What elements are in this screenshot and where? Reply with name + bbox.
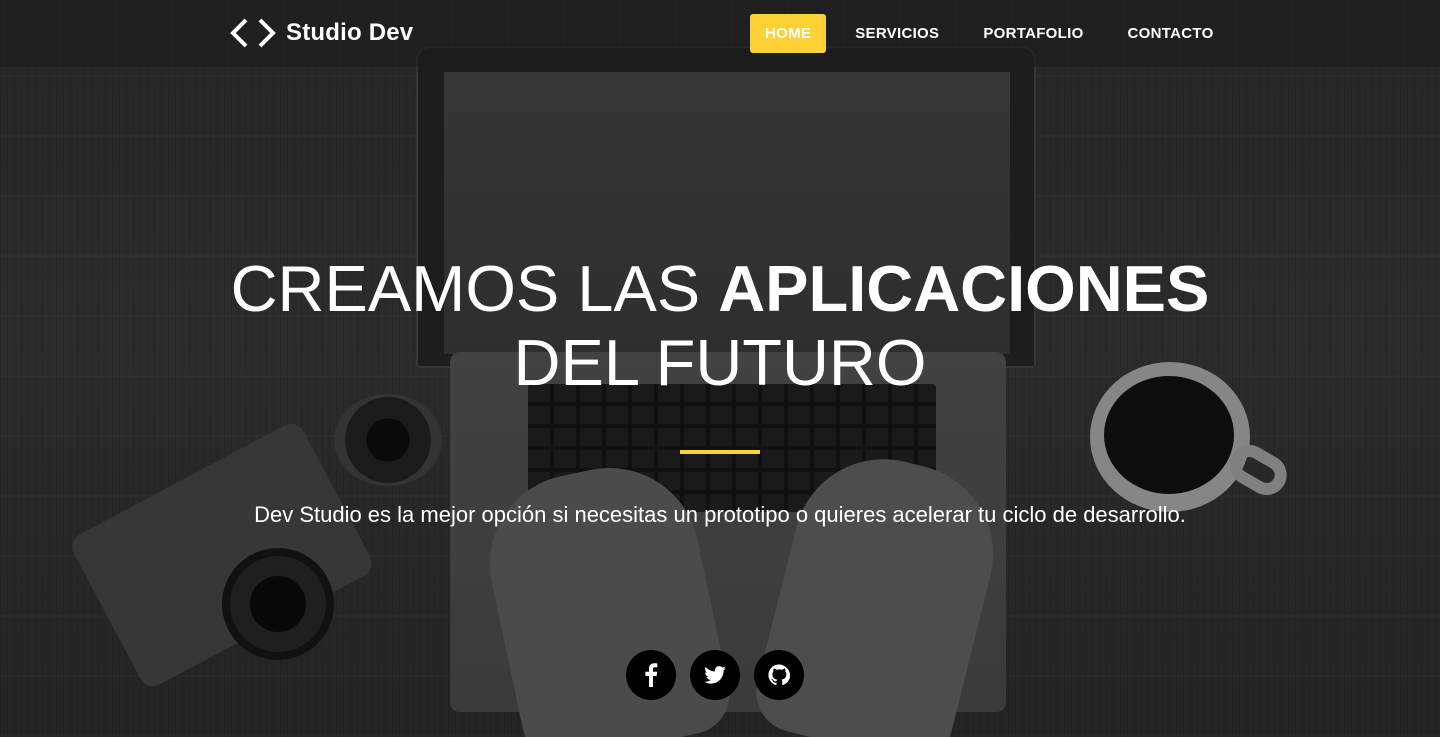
facebook-icon bbox=[645, 663, 658, 687]
nav-item-servicios[interactable]: SERVICIOS bbox=[840, 14, 954, 53]
hero-title-strong: APLICACIONES bbox=[718, 252, 1210, 325]
social-links bbox=[626, 650, 804, 700]
navbar: Studio Dev HOME SERVICIOS PORTAFOLIO CON… bbox=[0, 0, 1440, 67]
title-divider bbox=[680, 450, 760, 454]
code-brackets-icon bbox=[230, 18, 276, 48]
nav-item-portafolio[interactable]: PORTAFOLIO bbox=[968, 14, 1098, 53]
hero-subtitle: Dev Studio es la mejor opción si necesit… bbox=[254, 502, 1186, 527]
brand-name: Studio Dev bbox=[286, 19, 414, 46]
hero-title-line2: DEL FUTURO bbox=[513, 326, 927, 399]
twitter-button[interactable] bbox=[690, 650, 740, 700]
nav-item-home[interactable]: HOME bbox=[750, 14, 827, 53]
brand-logo-link[interactable]: Studio Dev bbox=[230, 16, 413, 50]
github-icon bbox=[768, 664, 790, 686]
facebook-button[interactable] bbox=[626, 650, 676, 700]
nav-item-contacto[interactable]: CONTACTO bbox=[1113, 14, 1229, 53]
main-nav: HOME SERVICIOS PORTAFOLIO CONTACTO bbox=[750, 14, 1243, 53]
github-button[interactable] bbox=[754, 650, 804, 700]
hero-title-part1: CREAMOS LAS bbox=[230, 252, 719, 325]
twitter-icon bbox=[704, 666, 726, 684]
hero-title: CREAMOS LAS APLICACIONES DEL FUTURO bbox=[0, 252, 1440, 400]
